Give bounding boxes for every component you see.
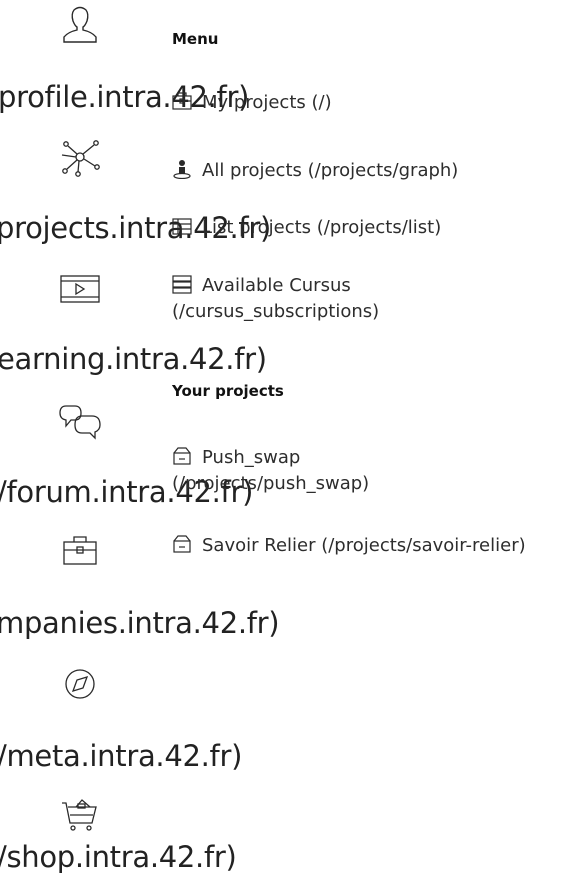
chat-icon[interactable] <box>58 402 102 442</box>
menu-item-list-projects[interactable]: List projects (/projects/list) <box>172 215 552 241</box>
list-icon <box>172 216 192 236</box>
person-graph-icon <box>172 159 192 179</box>
rail-url-companies[interactable]: mpanies.intra.42.fr) <box>0 609 280 638</box>
page: profile.intra.42.fr) projects.intra.42.f… <box>0 0 563 879</box>
menu-item-label: All projects (/projects/graph) <box>202 160 459 181</box>
box-icon <box>172 534 192 554</box>
menu-item-my-projects[interactable]: My projects (/) <box>172 90 552 116</box>
project-item-push-swap[interactable]: Push_swap (/projects/push_swap) <box>172 445 502 497</box>
compass-icon[interactable] <box>58 664 102 704</box>
video-icon[interactable] <box>58 270 102 310</box>
menu-item-label: My projects (/) <box>202 92 332 113</box>
network-icon[interactable] <box>58 137 102 177</box>
menu-item-available-cursus[interactable]: Available Cursus (/cursus_subscriptions) <box>172 273 532 325</box>
project-item-label: Push_swap (/projects/push_swap) <box>172 447 370 494</box>
menu-section-title: Menu <box>172 30 219 48</box>
user-icon[interactable] <box>58 4 102 44</box>
rail-url-shop[interactable]: /shop.intra.42.fr) <box>0 843 237 872</box>
folder-icon <box>172 91 192 111</box>
rail-url-meta[interactable]: /meta.intra.42.fr) <box>0 742 242 771</box>
menu-item-label: List projects (/projects/list) <box>202 217 442 238</box>
your-projects-section-title: Your projects <box>172 382 284 400</box>
box-icon <box>172 446 192 466</box>
briefcase-icon[interactable] <box>58 530 102 570</box>
menu-item-all-projects[interactable]: All projects (/projects/graph) <box>172 158 552 184</box>
stack-icon <box>172 274 192 294</box>
cart-icon[interactable] <box>58 795 102 835</box>
project-item-savoir-relier[interactable]: Savoir Relier (/projects/savoir-relier) <box>172 533 552 559</box>
project-item-label: Savoir Relier (/projects/savoir-relier) <box>202 535 526 556</box>
menu-item-label: Available Cursus (/cursus_subscriptions) <box>172 275 380 322</box>
rail-url-learning[interactable]: earning.intra.42.fr) <box>0 345 267 374</box>
